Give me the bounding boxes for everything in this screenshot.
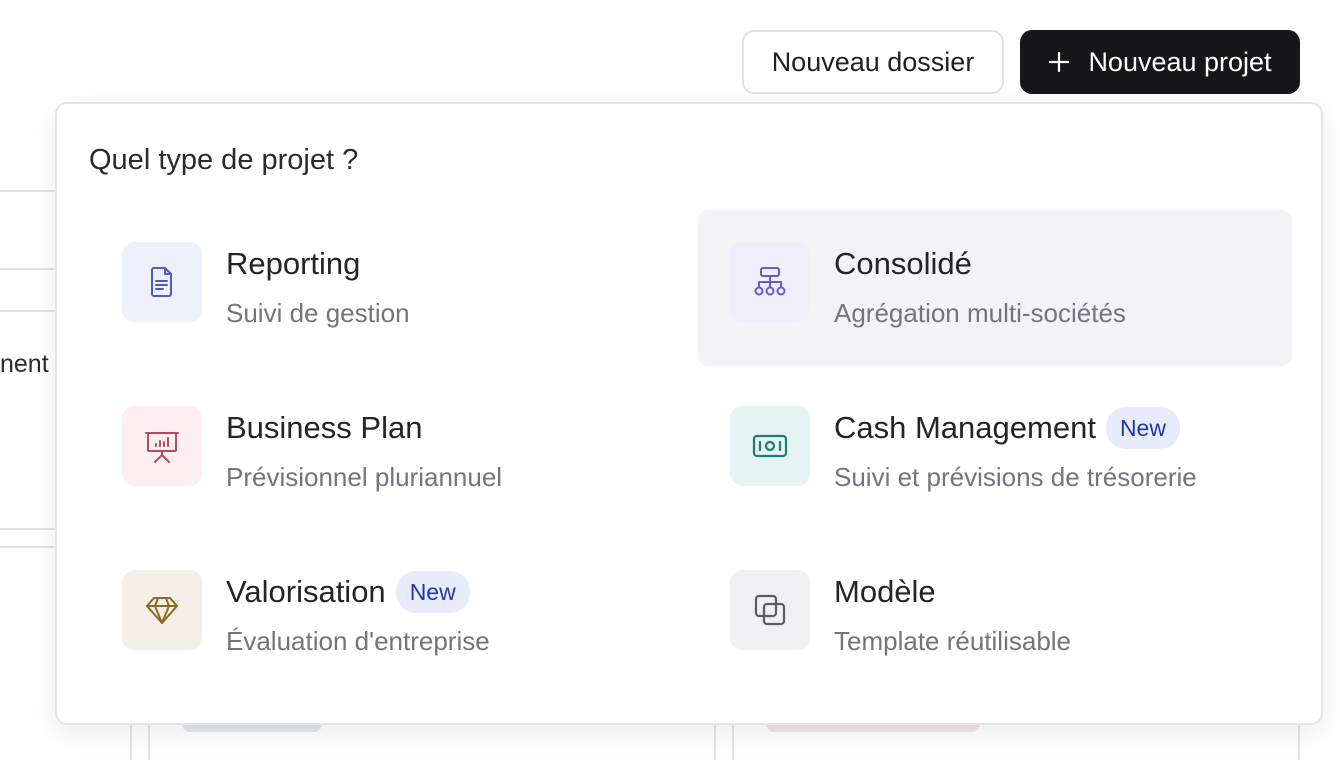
background-card-border: [130, 722, 132, 760]
background-divider: [0, 546, 60, 548]
document-icon: [122, 242, 202, 322]
background-card-border: [732, 722, 734, 760]
project-type-menu: Quel type de projet ? Reporting Suivi de…: [55, 102, 1323, 725]
option-description: Suivi de gestion: [226, 298, 410, 328]
menu-title: Quel type de projet ?: [89, 144, 359, 176]
background-card-border: [1298, 722, 1300, 760]
option-cash-management[interactable]: Cash Management New Suivi et prévisions …: [698, 374, 1292, 530]
background-card-border: [714, 722, 716, 760]
new-badge: New: [395, 571, 470, 613]
option-title: Modèle: [834, 574, 936, 609]
option-description: Prévisionnel pluriannuel: [226, 462, 503, 492]
new-project-button[interactable]: Nouveau projet: [1020, 30, 1300, 94]
option-consolide[interactable]: Consolidé Agrégation multi-sociétés: [698, 210, 1292, 366]
option-description: Template réutilisable: [834, 626, 1072, 656]
background-divider: [0, 190, 60, 192]
diamond-icon: [122, 570, 202, 650]
background-divider: [0, 268, 60, 270]
banknote-icon: [730, 406, 810, 486]
new-project-label: Nouveau projet: [1088, 46, 1272, 77]
option-reporting[interactable]: Reporting Suivi de gestion: [90, 210, 684, 366]
background-card-border: [148, 722, 150, 760]
option-title: Consolidé: [834, 246, 972, 281]
copy-icon: [730, 570, 810, 650]
hierarchy-icon: [730, 242, 810, 322]
background-partial-text: nent: [0, 350, 49, 378]
option-description: Évaluation d'entreprise: [226, 626, 490, 656]
plus-icon: [1048, 51, 1070, 73]
background-divider: [0, 310, 60, 312]
option-title: Cash Management: [834, 410, 1096, 445]
option-title: Reporting: [226, 246, 361, 281]
new-folder-button[interactable]: Nouveau dossier: [742, 30, 1004, 94]
new-folder-label: Nouveau dossier: [771, 46, 975, 77]
option-valorisation[interactable]: Valorisation New Évaluation d'entreprise: [90, 538, 684, 694]
presentation-chart-icon: [122, 406, 202, 486]
option-description: Suivi et prévisions de trésorerie: [834, 462, 1197, 492]
option-title: Business Plan: [226, 410, 423, 445]
option-modele[interactable]: Modèle Template réutilisable: [698, 538, 1292, 694]
option-business-plan[interactable]: Business Plan Prévisionnel pluriannuel: [90, 374, 684, 530]
option-title: Valorisation: [226, 574, 386, 609]
background-divider: [0, 528, 60, 530]
option-description: Agrégation multi-sociétés: [834, 298, 1126, 328]
new-badge: New: [1105, 407, 1180, 449]
page: nent Nouveau dossier Nouveau projet Quel…: [0, 0, 1340, 760]
